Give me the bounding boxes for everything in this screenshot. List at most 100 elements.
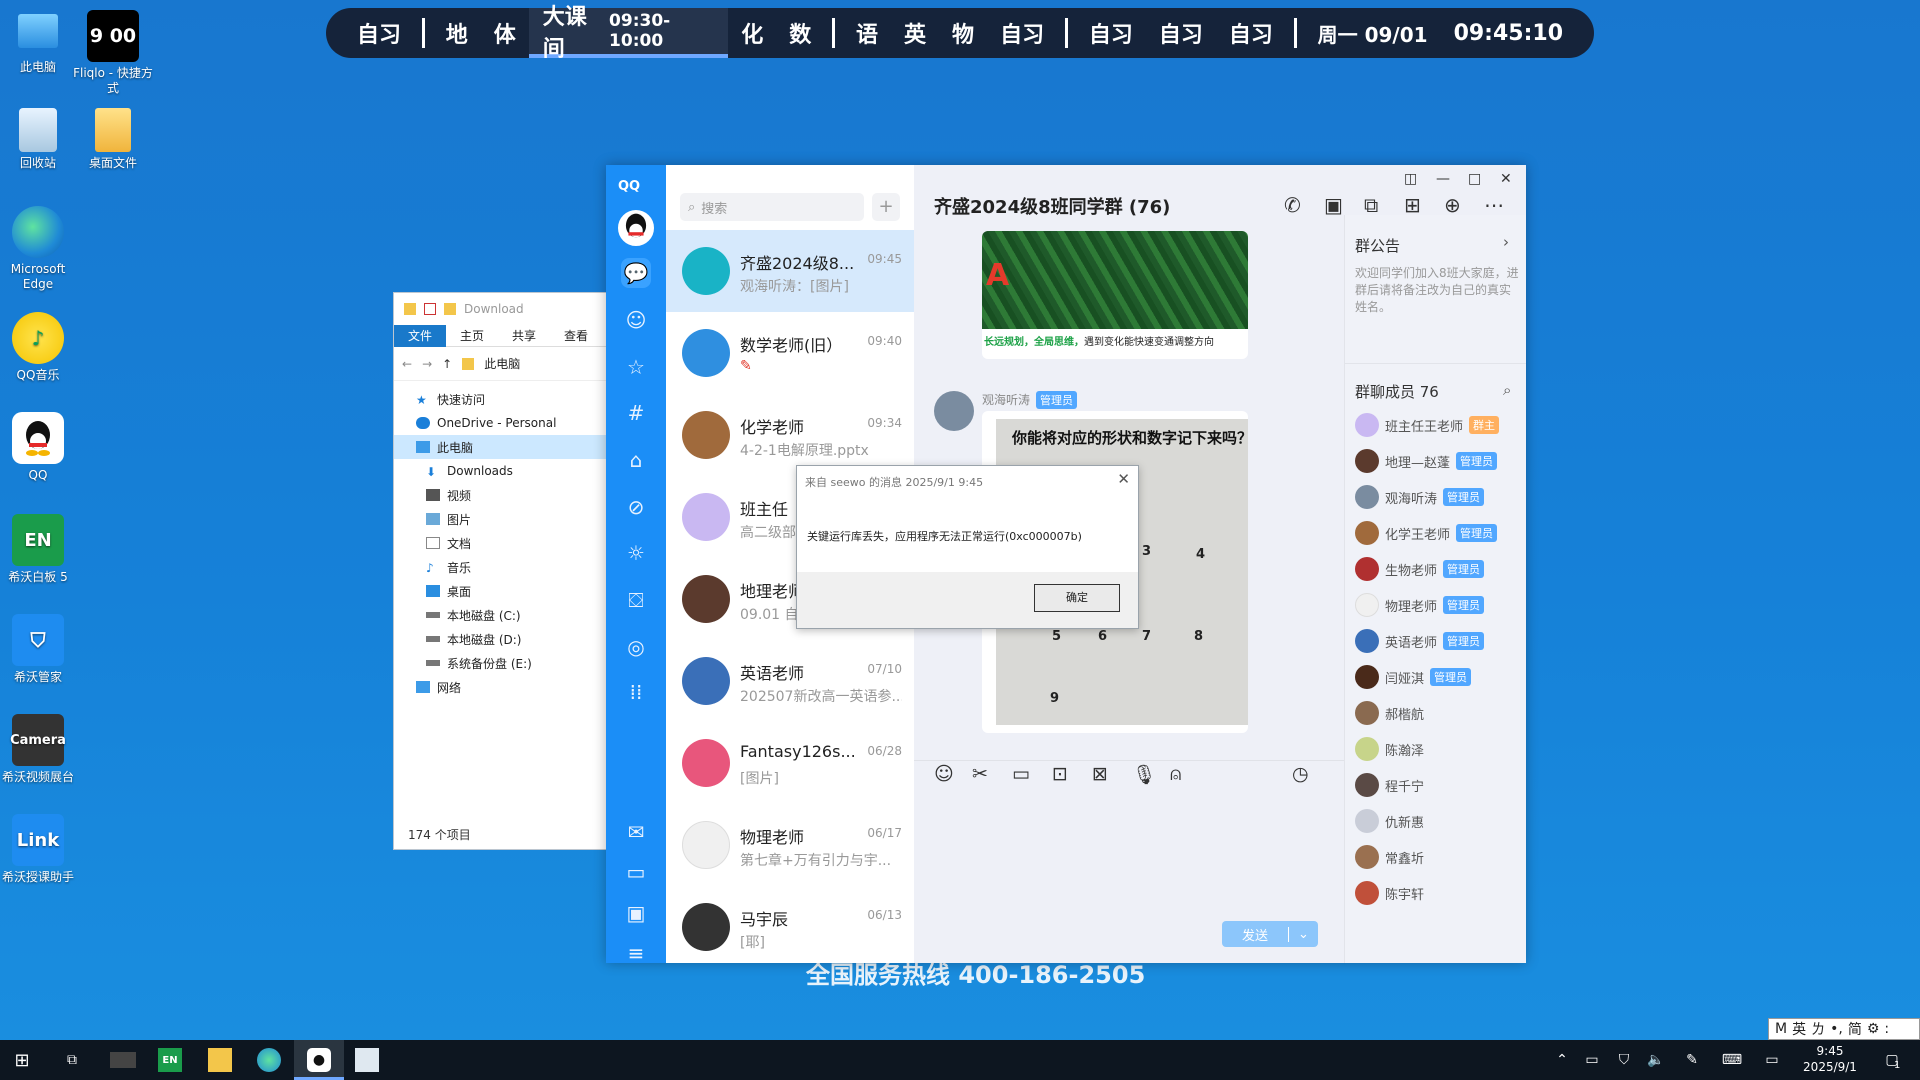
- ribbon-tab-home[interactable]: 主页: [446, 325, 498, 347]
- folder-icon[interactable]: ▭: [621, 857, 651, 887]
- nav-item-videos[interactable]: 视频: [394, 483, 607, 507]
- forward-arrow-icon[interactable]: →: [422, 357, 432, 371]
- ime-item[interactable]: ⚙: [1867, 1021, 1880, 1037]
- qq-taskbar-button[interactable]: ●: [294, 1040, 344, 1080]
- desktop-icon-qq[interactable]: QQ: [0, 412, 83, 483]
- display-icon[interactable]: ▭: [1760, 1048, 1784, 1072]
- nav-item-desktop[interactable]: 桌面: [394, 579, 607, 603]
- microphone-icon[interactable]: 🎙: [1132, 763, 1156, 786]
- planet-icon[interactable]: ◎: [621, 632, 651, 662]
- bookmark-icon[interactable]: ▣: [621, 898, 651, 928]
- nav-item-pictures[interactable]: 图片: [394, 507, 607, 531]
- messages-icon[interactable]: 💬: [621, 258, 651, 288]
- link-icon[interactable]: ⊘: [621, 492, 651, 522]
- conversation-item[interactable]: 数学老师(旧） 09:40 ✎: [666, 312, 914, 394]
- video-call-icon[interactable]: ▣: [1324, 193, 1343, 217]
- member-item[interactable]: 陈瀚泽: [1355, 731, 1424, 767]
- nav-item-drive-e[interactable]: 系统备份盘 (E:): [394, 651, 607, 675]
- member-item[interactable]: 仇新惠: [1355, 803, 1424, 839]
- member-item[interactable]: 班主任王老师 群主: [1355, 407, 1500, 443]
- close-icon[interactable]: ✕: [1500, 171, 1512, 187]
- file-explorer-icon[interactable]: [208, 1048, 232, 1072]
- desktop-icon-seewo-whiteboard[interactable]: EN 希沃白板 5: [0, 514, 83, 585]
- address-bar[interactable]: ← → ↑ 此电脑: [394, 347, 607, 381]
- member-item[interactable]: 生物老师 管理员: [1355, 551, 1485, 587]
- menu-icon[interactable]: ≡: [621, 938, 651, 963]
- nav-item-onedrive[interactable]: OneDrive - Personal: [394, 411, 607, 435]
- windows-start-icon[interactable]: ⊞: [10, 1048, 34, 1072]
- member-item[interactable]: 常鑫圻: [1355, 839, 1424, 875]
- ribbon-tab-file[interactable]: 文件: [394, 324, 447, 347]
- pen-icon[interactable]: ✎: [1680, 1048, 1704, 1072]
- scissors-icon[interactable]: ✂: [972, 763, 988, 785]
- conversation-item[interactable]: 马宇辰 06/13 [耶]: [666, 886, 914, 963]
- conversation-item[interactable]: 齐盛2024级8... 09:45 观海听涛：[图片]: [666, 230, 914, 312]
- emoji-icon[interactable]: ☺: [934, 763, 954, 785]
- chevron-down-icon[interactable]: ⌄: [1288, 926, 1318, 942]
- desktop-icon-desktop-files[interactable]: 桌面文件: [68, 108, 158, 171]
- red-packet-icon[interactable]: ⊠: [1092, 763, 1108, 785]
- send-button[interactable]: 发送 ⌄: [1222, 921, 1318, 947]
- ime-item[interactable]: •,: [1830, 1021, 1843, 1037]
- image-icon[interactable]: ⊡: [1052, 763, 1068, 785]
- member-item[interactable]: 闫娅淇 管理员: [1355, 659, 1472, 695]
- nav-item-quick-access[interactable]: ★ 快速访问: [394, 387, 607, 411]
- maximize-icon[interactable]: □: [1468, 171, 1481, 187]
- member-item[interactable]: 程千宁: [1355, 767, 1424, 803]
- image-message[interactable]: A 长远规划，全局思维，遇到变化能快速变通调整方向: [982, 231, 1248, 359]
- robot-icon[interactable]: ⍝: [1170, 763, 1181, 785]
- contacts-icon[interactable]: ☺: [621, 305, 651, 335]
- chevron-up-icon[interactable]: ⌃: [1550, 1048, 1574, 1072]
- address-path[interactable]: 此电脑: [484, 355, 520, 372]
- error-dialog[interactable]: 来自 seewo 的消息 2025/9/1 9:45 ✕ 关键运行库丢失，应用程…: [796, 465, 1139, 629]
- member-item[interactable]: 观海听涛 管理员: [1355, 479, 1485, 515]
- desktop-icon-qq-music[interactable]: ♪ QQ音乐: [0, 312, 83, 383]
- search-input[interactable]: ⌕ 搜索: [680, 193, 864, 221]
- member-item[interactable]: 化学王老师 管理员: [1355, 515, 1498, 551]
- ime-item[interactable]: :: [1884, 1021, 1889, 1037]
- nav-item-music[interactable]: ♪ 音乐: [394, 555, 607, 579]
- conversation-item[interactable]: 化学老师 09:34 4-2-1电解原理.pptx: [666, 394, 914, 476]
- conversation-item[interactable]: Fantasy126s... 06/28 [图片]: [666, 722, 914, 804]
- history-clock-icon[interactable]: ◷: [1292, 763, 1309, 785]
- nav-item-this-pc[interactable]: 此电脑: [394, 435, 607, 459]
- nav-item-drive-d[interactable]: 本地磁盘 (D:): [394, 627, 607, 651]
- up-arrow-icon[interactable]: ↑: [442, 357, 452, 371]
- notice-title[interactable]: 群公告: [1355, 235, 1400, 256]
- desktop-icon-seewo-link[interactable]: Link 希沃授课助手: [0, 814, 83, 885]
- more-icon[interactable]: ⋯: [1484, 193, 1504, 217]
- ok-button[interactable]: 确定: [1034, 584, 1120, 612]
- member-item[interactable]: 英语老师 管理员: [1355, 623, 1485, 659]
- ime-item[interactable]: ㄌ: [1811, 1019, 1825, 1039]
- desktop-icon-edge[interactable]: Microsoft Edge: [0, 206, 83, 292]
- add-button[interactable]: +: [872, 193, 900, 221]
- channels-hash-icon[interactable]: #: [621, 398, 651, 428]
- seewo-whiteboard-icon[interactable]: EN: [158, 1048, 182, 1072]
- conversation-item[interactable]: 物理老师 06/17 第七章+万有引力与宇...: [666, 804, 914, 886]
- ime-toolbar[interactable]: M 英 ㄌ •, 简 ⚙ :: [1768, 1018, 1920, 1040]
- member-item[interactable]: 物理老师 管理员: [1355, 587, 1485, 623]
- member-item[interactable]: 地理—赵蓬 管理员: [1355, 443, 1498, 479]
- ime-item[interactable]: 英: [1792, 1019, 1806, 1039]
- apps-icon[interactable]: ⊞: [1404, 193, 1421, 217]
- file-explorer-window[interactable]: Download 文件 主页 共享 查看 ← → ↑ 此电脑 ★ 快速访问 One…: [393, 292, 608, 850]
- volume-muted-icon[interactable]: 🔈: [1644, 1048, 1668, 1072]
- close-icon[interactable]: ✕: [1117, 470, 1130, 488]
- game-icon[interactable]: ⛋: [621, 585, 651, 615]
- favorites-star-icon[interactable]: ☆: [621, 352, 651, 382]
- edge-icon[interactable]: [257, 1048, 281, 1072]
- network-icon[interactable]: ▭: [1580, 1048, 1604, 1072]
- nav-item-network[interactable]: 网络: [394, 675, 607, 699]
- minimize-icon[interactable]: —: [1436, 171, 1450, 187]
- sidebar-toggle-icon[interactable]: ◫: [1404, 171, 1417, 187]
- back-arrow-icon[interactable]: ←: [402, 357, 412, 371]
- nav-item-drive-c[interactable]: 本地磁盘 (C:): [394, 603, 607, 627]
- phone-icon[interactable]: ✆: [1284, 193, 1301, 217]
- avatar[interactable]: [618, 210, 654, 246]
- member-item[interactable]: 陈宇轩: [1355, 875, 1424, 911]
- ime-item[interactable]: 简: [1848, 1019, 1862, 1039]
- ribbon-tab-view[interactable]: 查看: [550, 325, 602, 347]
- conversation-item[interactable]: 英语老师 07/10 202507新改高一英语参...: [666, 640, 914, 722]
- zone-icon[interactable]: ⌂: [621, 445, 651, 475]
- mail-icon[interactable]: ✉: [621, 817, 651, 847]
